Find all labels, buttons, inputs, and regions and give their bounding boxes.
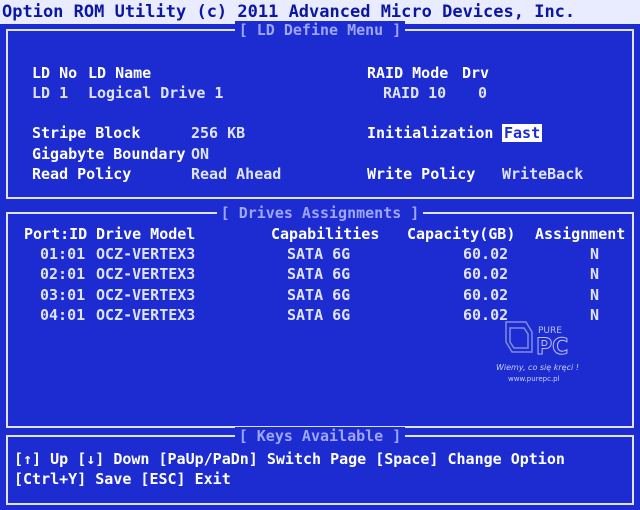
keys-help-line-1: [↑] Up [↓] Down [PaUp/PaDn] Switch Page … (14, 450, 565, 468)
initialization-label: Initialization (367, 124, 494, 142)
drive-model-cell: OCZ-VERTEX3 (96, 306, 196, 324)
col-assignment: Assignment (535, 225, 626, 243)
drive-model-cell: OCZ-VERTEX3 (96, 286, 196, 304)
ld-define-menu-title: [ LD Define Menu ] (234, 21, 406, 39)
col-port-id: Port:ID (24, 225, 88, 243)
capabilities-cell: SATA 6G (287, 245, 351, 263)
drv-value: 0 (478, 84, 488, 102)
port-id-cell: 02:01 (40, 265, 86, 283)
watermark-url: www.purepc.pl (508, 375, 560, 383)
keys-help-line-2: [Ctrl+Y] Save [ESC] Exit (14, 470, 231, 488)
watermark-brand-main: PC (536, 335, 568, 360)
drv-header: Drv (462, 64, 490, 82)
purepc-watermark-logo: PURE PC Wiemy, co się kręci ! www.purepc… (496, 321, 579, 383)
raid-mode-value[interactable]: RAID 10 (383, 84, 446, 102)
capabilities-cell: SATA 6G (287, 265, 351, 283)
capacity-cell: 60.02 (463, 245, 509, 263)
ld-name-value[interactable]: Logical Drive 1 (88, 84, 223, 102)
stripe-block-value[interactable]: 256 KB (191, 124, 245, 142)
capabilities-cell: SATA 6G (287, 306, 351, 324)
watermark-tagline: Wiemy, co się kręci ! (496, 363, 579, 372)
gigabyte-boundary-value[interactable]: ON (191, 145, 209, 163)
write-policy-label: Write Policy (367, 165, 476, 183)
assignment-cell[interactable]: N (590, 265, 599, 283)
port-id-cell: 04:01 (40, 306, 86, 324)
assignment-cell[interactable]: N (590, 286, 599, 304)
capacity-cell: 60.02 (463, 286, 509, 304)
col-drive-model: Drive Model (96, 225, 196, 243)
assignment-cell[interactable]: N (590, 245, 599, 263)
read-policy-label: Read Policy (32, 165, 132, 183)
col-capabilities: Capabilities (271, 225, 380, 243)
stripe-block-label: Stripe Block (32, 124, 141, 142)
ld-no-header: LD No (32, 64, 78, 82)
keys-available-title: [ Keys Available ] (234, 427, 406, 445)
raid-mode-header: RAID Mode (367, 64, 449, 82)
drives-assignments-title: [ Drives Assignments ] (216, 204, 424, 222)
write-policy-value[interactable]: WriteBack (502, 165, 583, 183)
ld-name-header: LD Name (88, 64, 152, 82)
initialization-value[interactable]: Fast (502, 124, 543, 142)
col-capacity: Capacity(GB) (407, 225, 516, 243)
port-id-cell: 01:01 (40, 245, 86, 263)
drive-model-cell: OCZ-VERTEX3 (96, 245, 196, 263)
ld-no-value: LD 1 (32, 84, 69, 102)
drive-model-cell: OCZ-VERTEX3 (96, 265, 196, 283)
capabilities-cell: SATA 6G (287, 286, 351, 304)
read-policy-value[interactable]: Read Ahead (191, 165, 281, 183)
gigabyte-boundary-label: Gigabyte Boundary (32, 145, 186, 163)
port-id-cell: 03:01 (40, 286, 86, 304)
capacity-cell: 60.02 (463, 265, 509, 283)
